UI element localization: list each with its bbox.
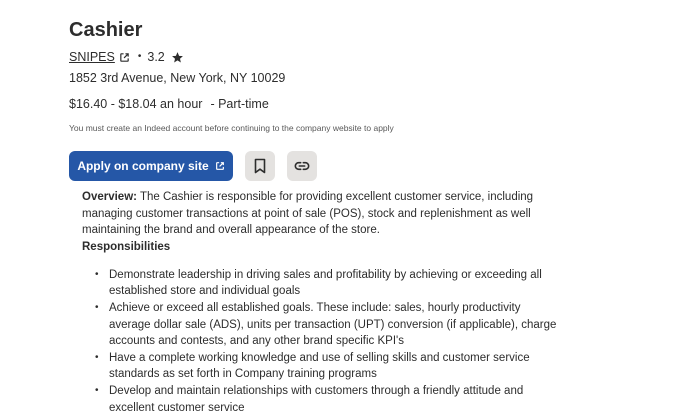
star-icon bbox=[171, 51, 184, 64]
external-link-icon bbox=[215, 161, 225, 171]
job-title: Cashier bbox=[69, 19, 143, 41]
company-rating: 3.2 bbox=[147, 50, 165, 64]
bookmark-icon bbox=[253, 158, 267, 174]
pay-and-type: $16.40 - $18.04 an hour - Part-time bbox=[69, 95, 269, 113]
link-icon bbox=[294, 158, 310, 174]
job-location: 1852 3rd Avenue, New York, NY 10029 bbox=[69, 71, 286, 85]
job-details-panel: Cashier SNIPES • 3.2 1852 3rd Avenue, Ne… bbox=[0, 0, 700, 420]
salary: $16.40 - $18.04 an hour bbox=[69, 97, 203, 111]
copy-link-button[interactable] bbox=[287, 151, 317, 181]
apply-on-company-site-button[interactable]: Apply on company site bbox=[69, 151, 233, 181]
company-row: SNIPES • 3.2 bbox=[69, 48, 184, 66]
list-item: • Develop and maintain relationships with… bbox=[95, 384, 524, 414]
separator-dot: • bbox=[137, 51, 142, 62]
overview-paragraph: Overview: The Cashier is responsible for… bbox=[82, 189, 562, 239]
apply-button-label: Apply on company site bbox=[77, 159, 209, 173]
job-description: Overview: The Cashier is responsible for… bbox=[82, 189, 562, 416]
list-item: • Have a complete working knowledge and u… bbox=[95, 351, 530, 381]
company-link[interactable]: SNIPES bbox=[69, 48, 115, 66]
overview-label: Overview: bbox=[82, 191, 137, 203]
job-type: - Part-time bbox=[210, 97, 269, 111]
responsibilities-heading: Responsibilities bbox=[82, 240, 171, 253]
overview-text: The Cashier is responsible for providing… bbox=[82, 191, 534, 237]
external-link-icon[interactable] bbox=[119, 52, 130, 63]
save-job-button[interactable] bbox=[245, 151, 275, 181]
responsibilities-list: • Demonstrate leadership in driving sales… bbox=[82, 267, 562, 416]
account-notice: You must create an Indeed account before… bbox=[69, 123, 394, 133]
list-item: • Achieve or exceed all established goals… bbox=[95, 301, 557, 348]
list-item: • Demonstrate leadership in driving sales… bbox=[95, 268, 542, 298]
